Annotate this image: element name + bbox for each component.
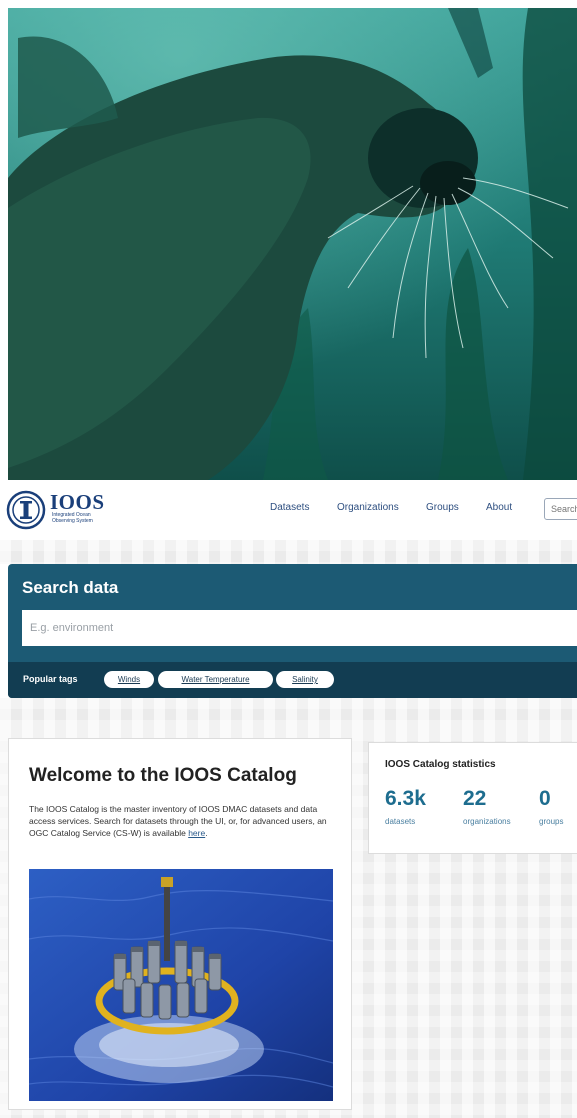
header-search-input[interactable]	[544, 498, 577, 520]
welcome-text: The IOOS Catalog is the master inventory…	[29, 803, 341, 839]
welcome-title: Welcome to the IOOS Catalog	[29, 765, 297, 786]
hero-image	[8, 8, 577, 480]
ioos-emblem-icon	[6, 490, 46, 530]
logo-subtitle: Integrated Ocean Observing System	[52, 512, 93, 524]
tag-winds[interactable]: Winds	[104, 671, 154, 688]
buoy-image	[29, 869, 333, 1101]
tag-water-temperature[interactable]: Water Temperature	[158, 671, 273, 688]
welcome-text-end: .	[205, 828, 208, 838]
stats-title: IOOS Catalog statistics	[385, 759, 496, 770]
stats-card: IOOS Catalog statistics 6.3k datasets 22…	[368, 742, 577, 854]
background-texture	[0, 698, 577, 730]
nav-about[interactable]: About	[486, 502, 512, 513]
stat-label: groups	[539, 817, 564, 826]
nav-datasets[interactable]: Datasets	[270, 502, 309, 513]
dataset-search-input[interactable]	[22, 610, 577, 646]
cs-w-link[interactable]: here	[188, 828, 205, 838]
welcome-text-body: The IOOS Catalog is the master inventory…	[29, 804, 327, 838]
popular-tags-label: Popular tags	[23, 674, 78, 684]
tag-salinity[interactable]: Salinity	[276, 671, 334, 688]
welcome-card: Welcome to the IOOS Catalog The IOOS Cat…	[8, 738, 352, 1110]
search-panel: Search data Popular tags Winds Water Tem…	[8, 564, 577, 698]
stat-groups[interactable]: 0 groups	[539, 787, 563, 826]
stat-datasets[interactable]: 6.3k datasets	[385, 787, 426, 826]
site-header: IOOS Integrated Ocean Observing System D…	[0, 480, 577, 541]
stat-value: 22	[463, 787, 487, 810]
stat-value: 0	[539, 787, 551, 810]
popular-tags-bar: Popular tags Winds Water Temperature Sal…	[8, 662, 577, 698]
sea-lion-photo	[8, 8, 577, 480]
stat-label: organizations	[463, 817, 511, 826]
nav-groups[interactable]: Groups	[426, 502, 459, 513]
nav-organizations[interactable]: Organizations	[337, 502, 399, 513]
stat-value: 6.3k	[385, 787, 426, 810]
search-title: Search data	[22, 578, 119, 597]
stat-label: datasets	[385, 817, 416, 826]
ocean-buoy-photo	[29, 869, 333, 1101]
stat-organizations[interactable]: 22 organizations	[463, 787, 511, 826]
background-texture	[0, 540, 577, 564]
ioos-logo[interactable]: IOOS Integrated Ocean Observing System	[6, 490, 116, 530]
